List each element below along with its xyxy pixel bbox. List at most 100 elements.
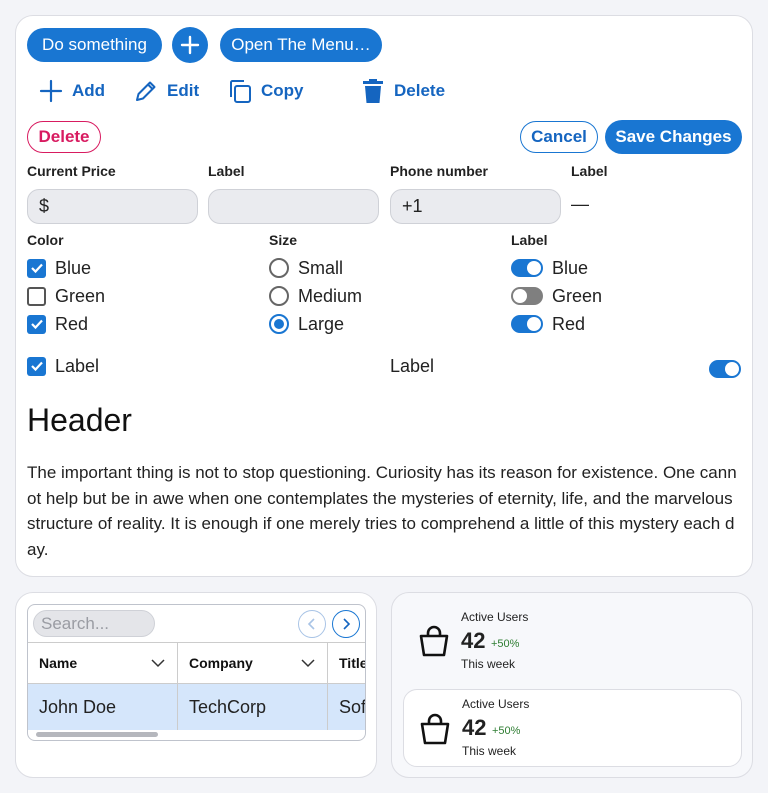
horizontal-scrollbar[interactable] [36, 732, 158, 737]
stat-title: Active Users [462, 697, 530, 711]
trash-icon [363, 79, 383, 103]
checkbox-checked[interactable] [27, 356, 46, 376]
color-option-green[interactable]: Green [27, 284, 105, 308]
chevron-down-icon[interactable] [151, 658, 165, 668]
toggle-option-blue[interactable]: Blue [511, 256, 588, 280]
stat-delta: +50% [492, 725, 521, 737]
check-icon [30, 361, 43, 372]
toggle-group-label: Label [511, 232, 548, 248]
stat-card-active-users: Active Users 42 +50% This week [403, 689, 742, 767]
do-something-button[interactable]: Do something [27, 28, 162, 62]
checkbox-checked[interactable] [27, 314, 46, 334]
size-option-label: Small [298, 257, 344, 278]
stat-delta: +50% [491, 638, 520, 650]
toggle-off[interactable] [511, 287, 543, 305]
price-input[interactable]: $ [27, 189, 198, 224]
stat-value: 42 [461, 628, 486, 653]
color-option-label: Blue [55, 257, 92, 278]
cancel-button[interactable]: Cancel [520, 121, 598, 153]
label-static-label: Label [571, 163, 608, 179]
toggle-on[interactable] [511, 259, 543, 277]
delete-action[interactable]: Delete [360, 76, 445, 106]
copy-action[interactable]: Copy [227, 76, 304, 106]
color-option-red[interactable]: Red [27, 312, 88, 336]
radio-selected[interactable] [269, 314, 289, 334]
table-cell: TechCorp [178, 684, 328, 730]
size-option-medium[interactable]: Medium [269, 284, 362, 308]
middle-label: Label [390, 355, 435, 376]
toggle-on[interactable] [709, 360, 741, 378]
label-checkbox[interactable]: Label [27, 354, 99, 378]
grid-header-row: Name Company Title [28, 642, 365, 684]
toggle-option-green[interactable]: Green [511, 284, 602, 308]
stat-value: 42 [462, 715, 487, 740]
next-page-button[interactable] [332, 610, 360, 638]
shopping-bag-icon [419, 625, 449, 657]
size-option-large[interactable]: Large [269, 312, 344, 336]
edit-label: Edit [167, 81, 200, 100]
table-cell: John Doe [28, 684, 178, 730]
shopping-bag-icon [420, 713, 450, 745]
column-header-title[interactable]: Title [328, 643, 366, 683]
add-round-button[interactable] [172, 27, 208, 63]
stat-card-active-users: Active Users 42 +50% This week [403, 602, 742, 680]
label-input[interactable] [208, 189, 379, 224]
color-option-blue[interactable]: Blue [27, 256, 91, 280]
size-option-label: Medium [298, 285, 363, 306]
price-label: Current Price [27, 163, 116, 179]
delete-button[interactable]: Delete [27, 121, 101, 153]
check-icon [30, 319, 43, 330]
edit-action[interactable]: Edit [133, 76, 199, 106]
size-option-label: Large [298, 313, 345, 334]
color-option-label: Red [55, 313, 89, 334]
data-grid: Search... Name Company Title John Doe Te… [27, 604, 366, 741]
copy-label: Copy [261, 81, 304, 100]
chevron-left-icon [307, 618, 315, 630]
label-switch[interactable] [709, 357, 741, 381]
stat-title: Active Users [461, 610, 529, 624]
stat-period: This week [461, 657, 516, 671]
chevron-right-icon [343, 618, 351, 630]
column-header-label: Company [189, 655, 253, 671]
plus-icon [39, 79, 63, 103]
column-header-label: Title [339, 655, 366, 671]
size-option-small[interactable]: Small [269, 256, 343, 280]
label-field-label: Label [208, 163, 245, 179]
toggle-on[interactable] [511, 315, 543, 333]
body-paragraph: The important thing is not to stop quest… [27, 463, 737, 559]
toggle-option-label: Blue [552, 257, 589, 278]
column-header-name[interactable]: Name [28, 643, 178, 683]
delete-label: Delete [394, 81, 446, 100]
page-header: Header [27, 402, 132, 438]
phone-input[interactable]: +1 [390, 189, 561, 224]
open-menu-button[interactable]: Open The Menu… [220, 28, 382, 62]
copy-icon [230, 80, 251, 103]
radio-unselected[interactable] [269, 258, 289, 278]
color-group-label: Color [27, 232, 64, 248]
currency-prefix: $ [39, 196, 50, 216]
stat-period: This week [462, 744, 517, 758]
radio-unselected[interactable] [269, 286, 289, 306]
checkbox-unchecked[interactable] [27, 286, 46, 306]
toggle-option-red[interactable]: Red [511, 312, 585, 336]
toggle-option-label: Green [552, 285, 603, 306]
table-row[interactable]: John Doe TechCorp Sof [28, 684, 365, 730]
prev-page-button[interactable] [298, 610, 326, 638]
size-group-label: Size [269, 232, 298, 248]
add-action[interactable]: Add [38, 76, 105, 106]
save-changes-button[interactable]: Save Changes [605, 120, 742, 154]
checkbox-label: Label [55, 355, 100, 376]
chevron-down-icon[interactable] [301, 658, 315, 668]
search-placeholder: Search... [41, 613, 110, 633]
search-input[interactable]: Search... [33, 610, 155, 637]
phone-label: Phone number [390, 163, 489, 179]
phone-value: +1 [402, 196, 423, 216]
plus-icon [180, 35, 200, 55]
column-header-company[interactable]: Company [178, 643, 328, 683]
color-option-label: Green [55, 285, 106, 306]
toggle-option-label: Red [552, 313, 586, 334]
label-static-value: — [571, 194, 589, 214]
pencil-icon [136, 81, 156, 101]
checkbox-checked[interactable] [27, 258, 46, 278]
table-cell: Sof [339, 696, 366, 717]
